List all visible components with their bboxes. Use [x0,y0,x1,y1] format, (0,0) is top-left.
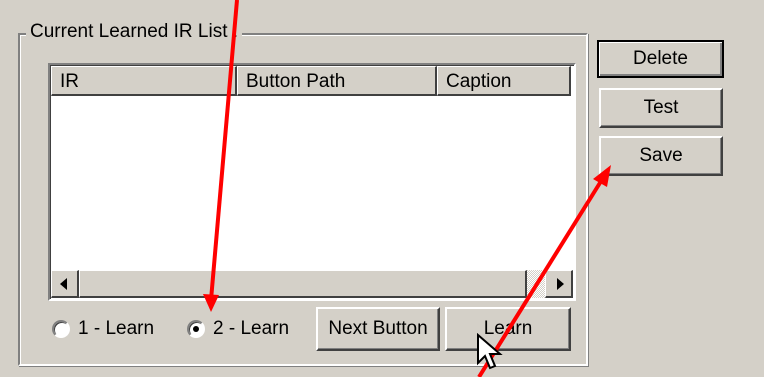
mouse-cursor-icon [477,333,503,370]
radio-2-learn[interactable]: 2 - Learn [187,316,289,342]
ir-list-view[interactable]: IR Button Path Caption [48,63,576,301]
radio-1-learn[interactable]: 1 - Learn [52,316,154,342]
radio-1-indicator[interactable] [52,320,70,338]
test-button[interactable]: Test [599,88,723,128]
list-header: IR Button Path Caption [51,66,573,98]
radio-1-label: 1 - Learn [78,318,155,339]
save-button[interactable]: Save [599,136,723,176]
scroll-thumb[interactable] [79,270,527,298]
list-body[interactable] [51,98,573,267]
scroll-right-button[interactable] [545,270,573,298]
radio-2-label: 2 - Learn [213,318,290,339]
scroll-left-button[interactable] [51,270,79,298]
column-header-ir[interactable]: IR [51,66,237,96]
next-button[interactable]: Next Button [316,307,440,351]
delete-button[interactable]: Delete [597,40,724,78]
learn-button[interactable]: Learn [445,307,571,351]
column-header-button-path[interactable]: Button Path [237,66,437,96]
radio-2-indicator[interactable] [187,320,205,338]
arrow-left-icon [60,278,67,290]
arrow-right-icon [557,278,564,290]
dialog-window: Current Learned IR List : IR Button Path… [0,0,764,377]
horizontal-scrollbar[interactable] [51,270,573,298]
column-header-caption[interactable]: Caption [437,66,571,96]
groupbox-title: Current Learned IR List : [26,20,243,44]
